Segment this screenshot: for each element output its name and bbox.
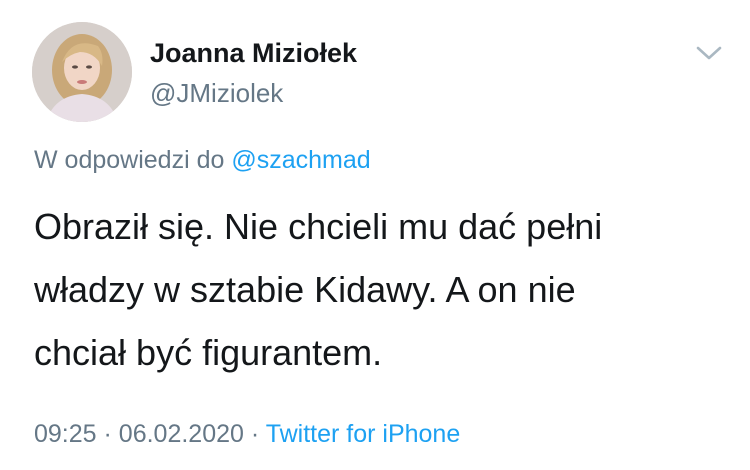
reply-context: W odpowiedzi do @szachmad bbox=[34, 146, 371, 175]
tweet-text-line: chciał być figurantem. bbox=[34, 332, 383, 373]
display-name[interactable]: Joanna Miziołek bbox=[150, 38, 357, 69]
tweet-time: 09:25 bbox=[34, 420, 97, 448]
tweet-date: 06.02.2020 bbox=[118, 420, 244, 448]
reply-to-handle-link[interactable]: @szachmad bbox=[231, 146, 370, 174]
tweet-meta: 09:25 · 06.02.2020 · Twitter for iPhone bbox=[34, 420, 460, 449]
meta-separator: · bbox=[103, 420, 112, 448]
tweet-source-link[interactable]: Twitter for iPhone bbox=[266, 420, 461, 448]
chevron-down-icon[interactable] bbox=[692, 40, 726, 66]
tweet-card: Joanna Miziołek @JMiziolek W odpowiedzi … bbox=[0, 0, 750, 470]
tweet-text-line: władzy w sztabie Kidawy. A on nie bbox=[34, 269, 576, 310]
reply-prefix: W odpowiedzi do bbox=[34, 146, 225, 174]
tweet-text-line: Obraził się. Nie chcieli mu dać pełni bbox=[34, 206, 603, 247]
tweet-text: Obraził się. Nie chcieli mu dać pełni wł… bbox=[34, 195, 714, 384]
meta-separator: · bbox=[250, 420, 260, 448]
avatar[interactable] bbox=[32, 22, 132, 122]
user-handle[interactable]: @JMiziolek bbox=[150, 78, 283, 109]
profile-photo-icon bbox=[32, 22, 132, 122]
